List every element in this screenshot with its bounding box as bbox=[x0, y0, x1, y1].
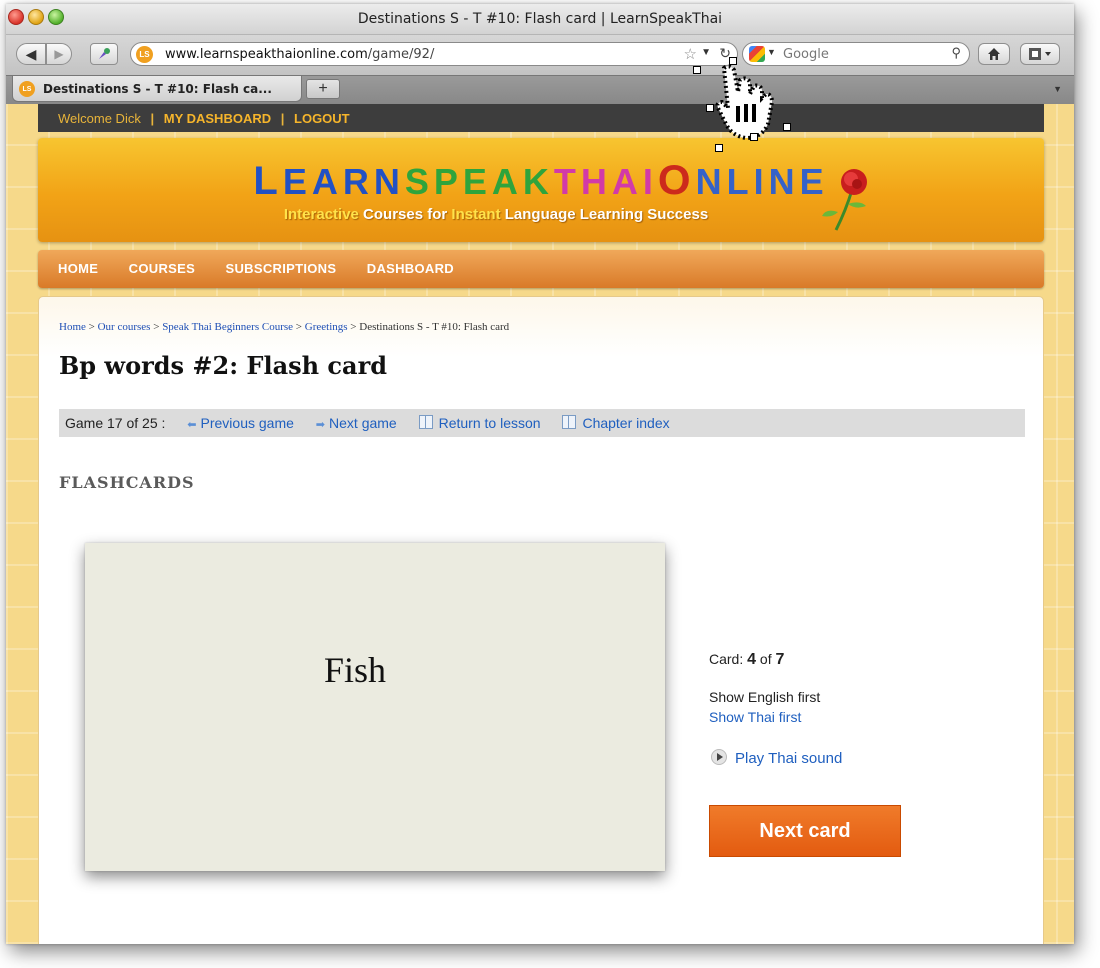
extension-button[interactable] bbox=[90, 43, 118, 65]
tab-overflow-icon[interactable]: ▼ bbox=[1053, 84, 1062, 94]
search-input[interactable]: Google bbox=[783, 47, 829, 62]
new-tab-button[interactable]: + bbox=[306, 79, 340, 99]
game-navigation-bar: Game 17 of 25 : ⬅ Previous game ➡ Next gam… bbox=[59, 409, 1025, 437]
next-card-button[interactable]: Next card bbox=[709, 805, 901, 857]
show-thai-first-link[interactable]: Show Thai first bbox=[709, 709, 801, 725]
page-title: Bp words #2: Flash card bbox=[59, 351, 388, 380]
history-dropdown-icon[interactable]: ▼ bbox=[701, 47, 711, 58]
section-heading: FLASHCARDS bbox=[59, 473, 195, 492]
tab-active[interactable]: LS Destinations S - T #10: Flash ca... bbox=[12, 76, 302, 102]
forward-arrow-icon: ▶ bbox=[54, 47, 64, 61]
breadcrumb-greetings[interactable]: Greetings bbox=[305, 321, 348, 333]
card-counter: Card: 4 of 7 bbox=[709, 651, 785, 668]
back-arrow-icon: ◀ bbox=[25, 45, 37, 62]
rose-icon bbox=[822, 169, 867, 231]
tab-label: Destinations S - T #10: Flash ca... bbox=[43, 82, 272, 96]
arrow-right-icon: ➡ bbox=[315, 419, 326, 431]
forward-button[interactable]: ▶ bbox=[46, 43, 72, 65]
book-icon bbox=[562, 415, 577, 429]
search-engine-dropdown-icon[interactable]: ▼ bbox=[767, 47, 776, 57]
page-viewport: Welcome Dick | MY DASHBOARD | LOGOUT LEA… bbox=[6, 104, 1074, 944]
my-dashboard-link[interactable]: MY DASHBOARD bbox=[164, 111, 271, 126]
content-panel: Home > Our courses > Speak Thai Beginner… bbox=[38, 296, 1044, 944]
tab-bar: LS Destinations S - T #10: Flash ca... +… bbox=[6, 75, 1074, 105]
breadcrumb-course[interactable]: Speak Thai Beginners Course bbox=[162, 321, 293, 333]
next-game-link[interactable]: ➡ Next game bbox=[316, 415, 397, 431]
selection-handle bbox=[706, 104, 714, 112]
logout-link[interactable]: LOGOUT bbox=[294, 111, 350, 126]
bookmarks-button[interactable] bbox=[1020, 43, 1060, 65]
selection-handle bbox=[750, 133, 758, 141]
selection-handle bbox=[783, 123, 791, 131]
flashcard[interactable]: Fish bbox=[85, 543, 665, 871]
game-counter: Game 17 of 25 : bbox=[65, 415, 166, 431]
breadcrumb-home[interactable]: Home bbox=[59, 321, 86, 333]
user-bar: Welcome Dick | MY DASHBOARD | LOGOUT bbox=[38, 104, 1044, 132]
browser-window: Destinations S - T #10: Flash card | Lea… bbox=[6, 4, 1074, 944]
back-button[interactable]: ◀ bbox=[16, 43, 46, 65]
site-banner: LEARNSPEAKTHAIONLINE Interactive Courses… bbox=[38, 138, 1044, 242]
selection-handle bbox=[715, 144, 723, 152]
show-english-first-option: Show English first bbox=[709, 689, 821, 705]
site-favicon-icon: LS bbox=[136, 46, 153, 63]
flashcard-word: Fish bbox=[323, 650, 387, 690]
selection-handle bbox=[693, 66, 701, 74]
return-to-lesson-link[interactable]: Return to lesson bbox=[418, 415, 541, 431]
site-logo[interactable]: LEARNSPEAKTHAIONLINE bbox=[38, 156, 1044, 204]
arrow-left-icon: ⬅ bbox=[187, 419, 197, 431]
play-thai-sound-link[interactable]: Play Thai sound bbox=[711, 749, 842, 767]
separator: | bbox=[280, 111, 285, 126]
breadcrumb-current: Destinations S - T #10: Flash card bbox=[359, 321, 510, 333]
search-icon[interactable]: ⚲ bbox=[951, 45, 961, 61]
chapter-index-link[interactable]: Chapter index bbox=[562, 415, 670, 431]
nav-home[interactable]: HOME bbox=[58, 261, 98, 276]
google-icon[interactable] bbox=[749, 46, 765, 62]
welcome-text: Welcome Dick bbox=[58, 111, 141, 126]
play-icon bbox=[711, 749, 727, 765]
previous-game-link[interactable]: ⬅ Previous game bbox=[187, 415, 294, 431]
browser-toolbar: ◀ ▶ LS www.learnspeakthaionline.com/game… bbox=[6, 35, 1074, 75]
home-button[interactable] bbox=[978, 43, 1010, 65]
separator: | bbox=[150, 111, 155, 126]
nav-courses[interactable]: COURSES bbox=[129, 261, 195, 276]
home-icon bbox=[988, 48, 1000, 60]
breadcrumb: Home > Our courses > Speak Thai Beginner… bbox=[59, 321, 510, 333]
nav-subscriptions[interactable]: SUBSCRIPTIONS bbox=[226, 261, 337, 276]
address-bar[interactable]: LS www.learnspeakthaionline.com/game/92/… bbox=[130, 42, 738, 66]
bookmark-star-icon[interactable]: ☆ bbox=[684, 45, 697, 63]
title-bar: Destinations S - T #10: Flash card | Lea… bbox=[6, 4, 1074, 35]
book-icon bbox=[418, 415, 433, 429]
tab-favicon-icon: LS bbox=[19, 81, 35, 97]
window-title: Destinations S - T #10: Flash card | Lea… bbox=[357, 11, 723, 27]
bookmarks-icon bbox=[1029, 48, 1051, 60]
brush-icon bbox=[99, 48, 110, 59]
main-nav: HOME COURSES SUBSCRIPTIONS DASHBOARD bbox=[38, 250, 1044, 288]
breadcrumb-courses[interactable]: Our courses bbox=[98, 321, 151, 333]
selection-handle bbox=[729, 57, 737, 65]
nav-dashboard[interactable]: DASHBOARD bbox=[367, 261, 454, 276]
url-text[interactable]: www.learnspeakthaionline.com/game/92/ bbox=[165, 47, 434, 62]
